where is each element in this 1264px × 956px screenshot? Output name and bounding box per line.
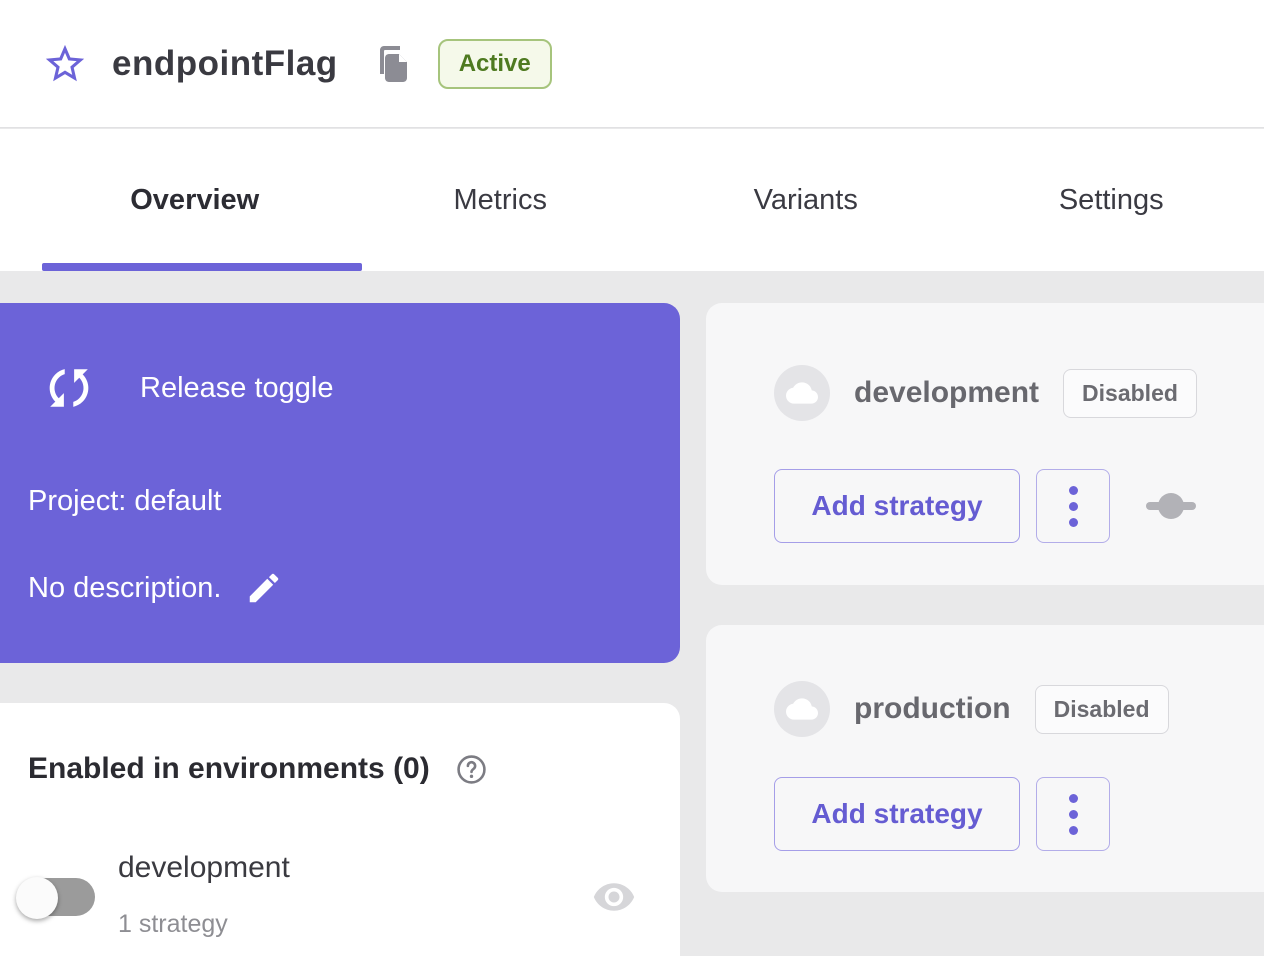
tab-variants[interactable]: Variants bbox=[653, 129, 959, 271]
environment-card-name: production bbox=[854, 692, 1011, 726]
kebab-dot bbox=[1069, 502, 1078, 511]
kebab-dot bbox=[1069, 826, 1078, 835]
strategy-slider-icon bbox=[1144, 491, 1198, 521]
flag-summary-card: Release toggle Project: default No descr… bbox=[0, 303, 680, 663]
development-toggle-switch[interactable] bbox=[8, 869, 104, 927]
flag-type-row: Release toggle bbox=[0, 303, 680, 417]
copy-name-icon[interactable] bbox=[376, 44, 410, 84]
tab-metrics[interactable]: Metrics bbox=[348, 129, 654, 271]
release-toggle-icon bbox=[40, 359, 98, 417]
environment-status-badge: Disabled bbox=[1063, 369, 1197, 418]
environment-toggle-row: development 1 strategy bbox=[0, 849, 680, 949]
add-strategy-button[interactable]: Add strategy bbox=[774, 777, 1020, 851]
active-tab-indicator bbox=[42, 263, 362, 271]
tab-overview[interactable]: Overview bbox=[42, 129, 348, 271]
cloud-icon bbox=[786, 377, 818, 409]
kebab-dot bbox=[1069, 486, 1078, 495]
environment-status-badge: Disabled bbox=[1035, 685, 1169, 734]
enabled-environments-card: Enabled in environments (0) development … bbox=[0, 703, 680, 956]
project-label: Project: default bbox=[28, 485, 221, 518]
kebab-dot bbox=[1069, 810, 1078, 819]
environment-card-production: production Disabled Add strategy bbox=[706, 625, 1264, 892]
kebab-dot bbox=[1069, 794, 1078, 803]
help-icon[interactable] bbox=[456, 754, 487, 785]
environment-menu-button[interactable] bbox=[1036, 469, 1110, 543]
tab-bar: Overview Metrics Variants Settings bbox=[0, 129, 1264, 271]
overview-content: Release toggle Project: default No descr… bbox=[0, 271, 1264, 956]
environment-avatar bbox=[774, 681, 830, 737]
enabled-environments-heading: Enabled in environments (0) bbox=[28, 751, 430, 787]
status-badge: Active bbox=[438, 39, 552, 89]
favorite-star-icon[interactable] bbox=[42, 41, 88, 87]
add-strategy-button[interactable]: Add strategy bbox=[774, 469, 1020, 543]
description-label: No description. bbox=[28, 572, 221, 605]
environment-avatar bbox=[774, 365, 830, 421]
kebab-dot bbox=[1069, 518, 1078, 527]
environment-name: development bbox=[118, 849, 290, 887]
flag-type-label: Release toggle bbox=[140, 372, 333, 405]
visibility-eye-icon bbox=[592, 875, 636, 919]
switch-thumb bbox=[16, 877, 58, 919]
edit-description-icon[interactable] bbox=[245, 569, 283, 607]
page-header: endpointFlag Active bbox=[0, 0, 1264, 128]
feature-flag-page: endpointFlag Active Overview Metrics Var… bbox=[0, 0, 1264, 956]
environment-menu-button[interactable] bbox=[1036, 777, 1110, 851]
environment-card-development: development Disabled Add strategy bbox=[706, 303, 1264, 585]
description-row: No description. bbox=[28, 569, 283, 607]
page-title: endpointFlag bbox=[112, 44, 338, 84]
tab-settings[interactable]: Settings bbox=[959, 129, 1264, 271]
environment-card-name: development bbox=[854, 376, 1039, 410]
cloud-icon bbox=[786, 693, 818, 725]
environment-strategy-count: 1 strategy bbox=[118, 909, 290, 939]
